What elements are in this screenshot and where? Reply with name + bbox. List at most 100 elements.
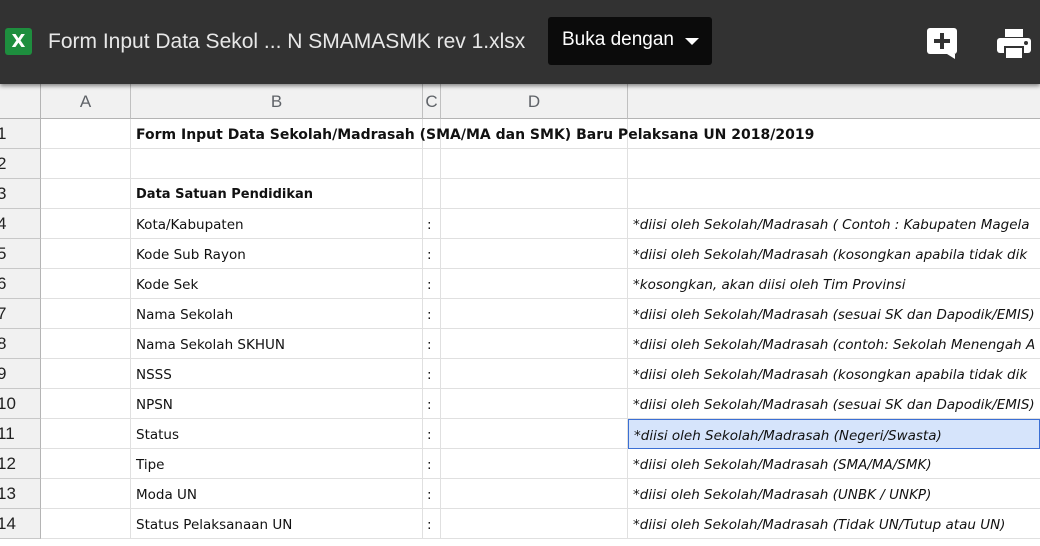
cell-b[interactable]: Moda UN xyxy=(131,479,423,509)
cell-c[interactable]: : xyxy=(423,269,441,299)
column-header-c[interactable]: C xyxy=(423,84,441,119)
row-header[interactable]: 6 xyxy=(0,269,41,299)
cell-d[interactable] xyxy=(441,359,628,389)
cell-b[interactable]: Kode Sub Rayon xyxy=(131,239,423,269)
cell-a[interactable] xyxy=(41,389,131,419)
column-header-a[interactable]: A xyxy=(41,84,131,119)
cell-a[interactable] xyxy=(41,479,131,509)
row-header[interactable]: 8 xyxy=(0,329,41,359)
row-header[interactable]: 5 xyxy=(0,239,41,269)
cell-a[interactable] xyxy=(41,509,131,539)
cell-e[interactable] xyxy=(628,149,1040,179)
cell-d[interactable] xyxy=(441,179,628,209)
column-header-e[interactable] xyxy=(628,84,1040,119)
add-to-drive-icon[interactable] xyxy=(925,26,959,60)
cell-b[interactable]: Nama Sekolah xyxy=(131,299,423,329)
cell-d[interactable] xyxy=(441,479,628,509)
cell-c[interactable]: : xyxy=(423,329,441,359)
cell-c[interactable]: : xyxy=(423,209,441,239)
cell-a[interactable] xyxy=(41,419,131,449)
row-header[interactable]: 4 xyxy=(0,209,41,239)
cell-a[interactable] xyxy=(41,329,131,359)
cell-c[interactable]: : xyxy=(423,359,441,389)
table-row: 9 NSSS: *diisi oleh Sekolah/Madrasah (koso… xyxy=(0,359,1040,389)
cell-a[interactable] xyxy=(41,239,131,269)
cell-e[interactable]: *diisi oleh Sekolah/Madrasah ( Contoh : … xyxy=(628,209,1040,239)
cell-e[interactable]: *diisi oleh Sekolah/Madrasah (sesuai SK … xyxy=(628,299,1040,329)
cell-c[interactable]: : xyxy=(423,389,441,419)
cell-b[interactable]: Data Satuan Pendidikan xyxy=(131,179,423,209)
table-row: 12 Tipe: *diisi oleh Sekolah/Madrasah (SMA… xyxy=(0,449,1040,479)
row-header[interactable]: 13 xyxy=(0,479,41,509)
cell-d[interactable] xyxy=(441,389,628,419)
cell-a[interactable] xyxy=(41,119,131,149)
row-header[interactable]: 1 xyxy=(0,119,41,149)
cell-b[interactable]: Status Pelaksanaan UN xyxy=(131,509,423,539)
row-header[interactable]: 11 xyxy=(0,419,41,449)
cell-c[interactable]: : xyxy=(423,479,441,509)
cell-d[interactable] xyxy=(441,149,628,179)
table-row: 5 Kode Sub Rayon: *diisi oleh Sekolah/Madr… xyxy=(0,239,1040,269)
cell-d[interactable] xyxy=(441,209,628,239)
cell-b[interactable]: Status xyxy=(131,419,423,449)
cell-b[interactable]: Form Input Data Sekolah/Madrasah (SMA/MA… xyxy=(131,119,814,149)
column-header-d[interactable]: D xyxy=(441,84,628,119)
table-row: 14 Status Pelaksanaan UN: *diisi oleh Seko… xyxy=(0,509,1040,539)
cell-b[interactable]: Kode Sek xyxy=(131,269,423,299)
cell-c[interactable]: : xyxy=(423,419,441,449)
row-header[interactable]: 10 xyxy=(0,389,41,419)
cell-e[interactable]: *diisi oleh Sekolah/Madrasah (kosongkan … xyxy=(628,359,1040,389)
cell-b[interactable]: NPSN xyxy=(131,389,423,419)
spreadsheet-grid: A B C D 1 Form Input Data Sekolah/Madrasa… xyxy=(0,84,1040,546)
cell-e[interactable]: *kosongkan, akan diisi oleh Tim Provinsi xyxy=(628,269,1040,299)
cell-d[interactable] xyxy=(441,509,628,539)
table-row: 4 Kota/Kabupaten: *diisi oleh Sekolah/Madr… xyxy=(0,209,1040,239)
cell-e[interactable]: *diisi oleh Sekolah/Madrasah (SMA/MA/SMK… xyxy=(628,449,1040,479)
row-header[interactable]: 2 xyxy=(0,149,41,179)
column-header-b[interactable]: B xyxy=(131,84,423,119)
table-row: 7 Nama Sekolah: *diisi oleh Sekolah/Madras… xyxy=(0,299,1040,329)
printer-icon[interactable] xyxy=(996,28,1032,60)
cell-b[interactable]: Nama Sekolah SKHUN xyxy=(131,329,423,359)
cell-a[interactable] xyxy=(41,149,131,179)
cell-b[interactable] xyxy=(131,149,423,179)
cell-d[interactable] xyxy=(441,239,628,269)
cell-e[interactable]: *diisi oleh Sekolah/Madrasah (kosongkan … xyxy=(628,239,1040,269)
cell-b[interactable]: NSSS xyxy=(131,359,423,389)
cell-c[interactable]: : xyxy=(423,449,441,479)
cell-d[interactable] xyxy=(441,419,628,449)
cell-e[interactable]: *diisi oleh Sekolah/Madrasah (contoh: Se… xyxy=(628,329,1040,359)
open-with-label: Buka dengan xyxy=(562,29,674,50)
cell-b[interactable]: Tipe xyxy=(131,449,423,479)
cell-a[interactable] xyxy=(41,359,131,389)
cell-a[interactable] xyxy=(41,179,131,209)
cell-c[interactable] xyxy=(423,179,441,209)
cell-c[interactable]: : xyxy=(423,299,441,329)
cell-a[interactable] xyxy=(41,299,131,329)
cell-a[interactable] xyxy=(41,449,131,479)
cell-a[interactable] xyxy=(41,209,131,239)
row-header[interactable]: 14 xyxy=(0,509,41,539)
viewer-toolbar: X Form Input Data Sekol ... N SMAMASMK r… xyxy=(0,0,1040,84)
cell-e[interactable]: *diisi oleh Sekolah/Madrasah (Negeri/Swa… xyxy=(628,419,1040,449)
cell-e[interactable]: *diisi oleh Sekolah/Madrasah (sesuai SK … xyxy=(628,389,1040,419)
cell-b[interactable]: Kota/Kabupaten xyxy=(131,209,423,239)
cell-e[interactable]: *diisi oleh Sekolah/Madrasah (UNBK / UNK… xyxy=(628,479,1040,509)
select-all-corner[interactable] xyxy=(0,84,41,119)
row-header[interactable]: 7 xyxy=(0,299,41,329)
open-with-button[interactable]: Buka dengan xyxy=(548,17,712,65)
cell-c[interactable] xyxy=(423,149,441,179)
cell-e[interactable] xyxy=(628,179,1040,209)
row-header[interactable]: 9 xyxy=(0,359,41,389)
row-header[interactable]: 3 xyxy=(0,179,41,209)
cell-e[interactable]: *diisi oleh Sekolah/Madrasah (Tidak UN/T… xyxy=(628,509,1040,539)
cell-c[interactable]: : xyxy=(423,509,441,539)
cell-c[interactable]: : xyxy=(423,239,441,269)
cell-d[interactable] xyxy=(441,269,628,299)
row-header[interactable]: 12 xyxy=(0,449,41,479)
cell-d[interactable] xyxy=(441,299,628,329)
cell-a[interactable] xyxy=(41,269,131,299)
cell-d[interactable] xyxy=(441,329,628,359)
cell-d[interactable] xyxy=(441,449,628,479)
table-row: 13 Moda UN: *diisi oleh Sekolah/Madrasah (… xyxy=(0,479,1040,509)
